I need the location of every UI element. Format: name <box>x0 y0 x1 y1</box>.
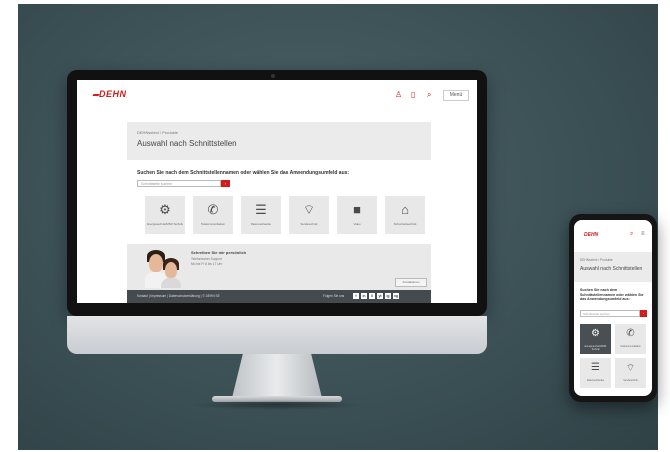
tile-label: Datennetzwerke <box>250 222 272 226</box>
contact-hours: Mo bis Fr 8 bis 17 Uhr <box>191 262 223 266</box>
category-tiles: ⚙ Energietechnik/MSR Technik ✆ Telekommu… <box>135 196 435 238</box>
footer-links[interactable]: Kontakt | Impressum | Datenschutzerkläru… <box>137 294 220 298</box>
contact-button[interactable]: Kontaktieren <box>395 278 427 287</box>
mobile-screen: DEHN ⌕ ≡ DEHNselect / Produkte Auswahl n… <box>574 220 652 396</box>
tile-telekommunikation[interactable]: ✆ Telekommunikation <box>615 324 646 354</box>
tile-sendetechnik[interactable]: ⌔ Sendetechnik <box>289 196 329 234</box>
mobile-banner: DEHNselect / Produkte Auswahl nach Schni… <box>574 252 652 282</box>
tile-label: Energietechnik/MSR Technik <box>584 345 607 351</box>
search-input[interactable]: Schnittstelle suchen <box>580 310 640 317</box>
search-icon[interactable]: ⌕ <box>427 90 431 100</box>
imac-chin <box>67 316 487 354</box>
tile-energietechnik[interactable]: ⚙ Energietechnik/MSR Technik <box>580 324 611 354</box>
tile-label: Telekommunikation <box>620 345 641 348</box>
instagram-icon[interactable]: ig <box>385 293 391 299</box>
tile-label: Datennetzwerke <box>586 379 605 382</box>
page-title: Auswahl nach Schnittstellen <box>580 266 643 272</box>
youtube-icon[interactable]: yt <box>377 293 383 299</box>
dehn-logo[interactable]: DEHN <box>99 89 127 99</box>
tile-label: Sendetechnik <box>623 379 638 382</box>
tile-label: Video <box>353 222 361 226</box>
gears-icon: ⚙ <box>591 328 600 339</box>
imac-display: DEHN ♙ ▯ ⌕ Menü DEHNselect / Produkte Au… <box>67 70 487 316</box>
menu-button[interactable]: Menü <box>443 90 469 101</box>
tile-datennetzwerke[interactable]: ☰ Datennetzwerke <box>580 358 611 388</box>
clipboard-icon[interactable]: ▯ <box>411 90 415 99</box>
wifi-icon: ⌔ <box>625 363 636 374</box>
support-staff-photo <box>145 248 183 288</box>
camera-icon: ■ <box>353 202 361 217</box>
menu-icon[interactable]: ≡ <box>641 231 645 237</box>
mobile-header: DEHN ⌕ ≡ <box>574 220 652 246</box>
dehn-logo[interactable]: DEHN <box>584 232 598 238</box>
search-input[interactable]: Schnittstelle suchen <box>137 180 221 187</box>
tile-label: Telekommunikation <box>201 222 225 226</box>
contact-line: Telefonischer Support <box>191 257 222 261</box>
tile-sendetechnik[interactable]: ⌔ Sendetechnik <box>615 358 646 388</box>
camera-dot <box>271 74 275 78</box>
page-banner: DEHNselect / Produkte Auswahl nach Schni… <box>127 122 431 160</box>
tile-label: Sendetechnik <box>300 222 318 226</box>
page-title: Auswahl nach Schnittstellen <box>137 139 237 148</box>
site-header: DEHN ♙ ▯ ⌕ Menü <box>77 80 477 112</box>
tile-label: Sicherheitstechnik <box>393 222 417 226</box>
tile-datennetzwerke[interactable]: ☰ Datennetzwerke <box>241 196 281 234</box>
x-icon[interactable]: X <box>369 293 375 299</box>
wifi-icon: ⌔ <box>302 202 316 217</box>
imac-stand <box>232 354 322 398</box>
gears-icon: ⚙ <box>159 202 171 217</box>
site-footer: Kontakt | Impressum | Datenschutzerkläru… <box>127 290 431 303</box>
phone-icon: ✆ <box>207 202 219 217</box>
tile-label: Energietechnik/MSR Technik <box>147 222 183 226</box>
breadcrumb[interactable]: DEHNselect / Produkte <box>580 258 613 262</box>
breadcrumb[interactable]: DEHNselect / Produkte <box>137 130 178 135</box>
footer-follow-label: Folgen Sie uns <box>323 294 345 298</box>
tile-telekommunikation[interactable]: ✆ Telekommunikation <box>193 196 233 234</box>
tile-sicherheitstechnik[interactable]: ⌂ Sicherheitstechnik <box>385 196 425 234</box>
search-button[interactable]: › <box>221 180 230 187</box>
contact-title: Schreiben Sie mir persönlich <box>191 250 247 255</box>
search-heading: Suchen Sie nach dem Schnittstellennamen … <box>137 170 350 176</box>
xing-icon[interactable]: xg <box>393 293 399 299</box>
stand-shadow <box>190 400 365 410</box>
phone-icon: ✆ <box>626 328 635 339</box>
house-icon: ⌂ <box>401 202 409 217</box>
user-icon[interactable]: ♙ <box>395 90 402 99</box>
server-icon: ☰ <box>591 362 600 373</box>
search-button[interactable]: › <box>640 310 647 317</box>
linkedin-icon[interactable]: in <box>361 293 367 299</box>
contact-section: Schreiben Sie mir persönlich Telefonisch… <box>127 244 431 290</box>
server-icon: ☰ <box>255 202 267 217</box>
search-icon[interactable]: ⌕ <box>630 231 633 238</box>
tile-video[interactable]: ■ Video <box>337 196 377 234</box>
desktop-screen: DEHN ♙ ▯ ⌕ Menü DEHNselect / Produkte Au… <box>77 80 477 303</box>
facebook-icon[interactable]: f <box>353 293 359 299</box>
search-heading: Suchen Sie nach dem Schnittstellennamen … <box>580 288 644 302</box>
tile-energietechnik[interactable]: ⚙ Energietechnik/MSR Technik <box>145 196 185 234</box>
smartphone: DEHN ⌕ ≡ DEHNselect / Produkte Auswahl n… <box>569 214 657 402</box>
